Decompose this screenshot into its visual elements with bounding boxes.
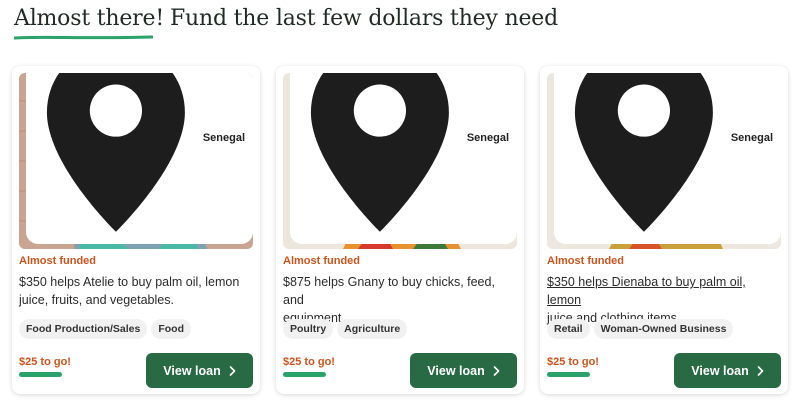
funding-status: Almost funded [19, 255, 96, 267]
heading-emphasis: Almost there! [14, 6, 164, 31]
loan-card[interactable]: Senegal Almost funded $875 helps Gnany t… [276, 66, 524, 394]
category-tag[interactable]: Food Production/Sales [19, 319, 148, 339]
loan-description-line: $350 helps Dienaba to buy palm oil, lemo… [547, 275, 746, 307]
amount-to-go: $25 to go! [283, 356, 335, 368]
location-label: Senegal [202, 132, 245, 145]
loan-description-line: $875 helps Gnany to buy chicks, feed, an… [283, 275, 495, 307]
borrower-photo[interactable]: Senegal [283, 73, 517, 249]
view-loan-button[interactable]: View loan [674, 353, 781, 388]
category-tag[interactable]: Retail [547, 319, 590, 339]
loan-card[interactable]: Senegal Almost funded $350 helps Atelie … [12, 66, 260, 394]
view-loan-label: View loan [163, 363, 221, 378]
funding-status: Almost funded [547, 255, 624, 267]
loan-description[interactable]: $350 helps Atelie to buy palm oil, lemon… [19, 273, 255, 309]
location-label: Senegal [730, 132, 773, 145]
funding-status: Almost funded [283, 255, 360, 267]
category-tag[interactable]: Poultry [283, 319, 334, 339]
category-tag[interactable]: Agriculture [337, 319, 408, 339]
view-loan-label: View loan [691, 363, 749, 378]
chevron-right-icon [493, 365, 500, 376]
category-tag[interactable]: Woman-Owned Business [593, 319, 734, 339]
heading-text: Fund the last few dollars they need [169, 6, 558, 31]
loan-card-list: Senegal Almost funded $350 helps Atelie … [12, 66, 788, 394]
loan-card[interactable]: Senegal Almost funded $350 helps Dienaba… [540, 66, 788, 394]
loan-description-line: $350 helps Atelie to buy palm oil, lemon [19, 275, 240, 289]
section-header: Almost there! Fund the last few dollars t… [14, 6, 558, 40]
map-pin-icon [574, 73, 713, 232]
category-tag[interactable]: Food [151, 319, 191, 339]
chevron-right-icon [757, 365, 764, 376]
map-pin-icon [310, 73, 449, 232]
tag-list: Poultry Agriculture [283, 319, 408, 339]
funding-progress-bar [547, 372, 590, 377]
location-label: Senegal [466, 132, 509, 145]
chevron-right-icon [229, 365, 236, 376]
heading-underline-decoration [14, 35, 153, 40]
funding-progress-bar [283, 372, 326, 377]
loan-description-line: juice, fruits, and vegetables. [19, 293, 174, 307]
borrower-photo[interactable]: Senegal [19, 73, 253, 249]
view-loan-label: View loan [427, 363, 485, 378]
location-badge: Senegal [290, 73, 517, 244]
amount-to-go: $25 to go! [19, 356, 71, 368]
view-loan-button[interactable]: View loan [146, 353, 253, 388]
tag-list: Food Production/Sales Food [19, 319, 191, 339]
borrower-photo[interactable]: Senegal [547, 73, 781, 249]
view-loan-button[interactable]: View loan [410, 353, 517, 388]
tag-list: Retail Woman-Owned Business [547, 319, 734, 339]
amount-to-go: $25 to go! [547, 356, 599, 368]
location-badge: Senegal [26, 73, 253, 244]
location-badge: Senegal [554, 73, 781, 244]
page-title: Almost there! Fund the last few dollars t… [14, 6, 558, 31]
map-pin-icon [46, 73, 185, 232]
funding-progress-bar [19, 372, 62, 377]
